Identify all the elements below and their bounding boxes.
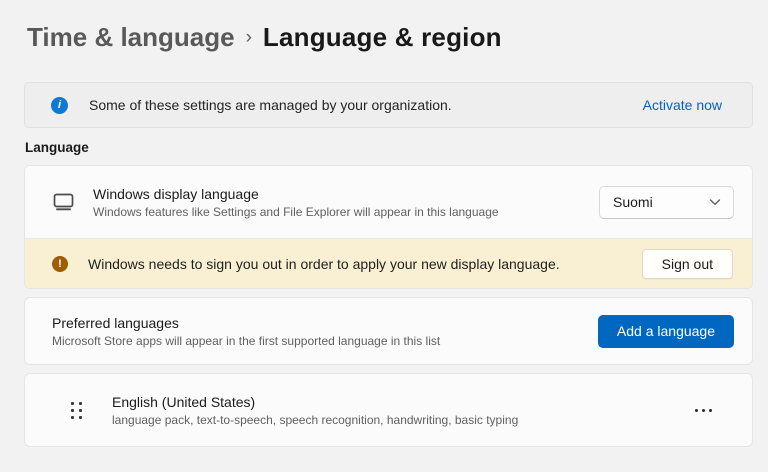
settings-page: Time & language › Language & region i So… [0, 0, 768, 472]
language-item-text: English (United States) language pack, t… [112, 394, 691, 427]
monitor-icon [51, 191, 76, 213]
display-language-dropdown-value: Suomi [613, 194, 653, 210]
display-language-card: Windows display language Windows feature… [25, 166, 752, 238]
add-language-button[interactable]: Add a language [597, 314, 734, 348]
display-language-title: Windows display language [93, 185, 259, 202]
breadcrumb-parent[interactable]: Time & language [27, 21, 235, 53]
chevron-down-icon [709, 198, 721, 206]
settings-content: i Some of these settings are managed by … [24, 82, 753, 447]
sign-out-button[interactable]: Sign out [641, 248, 733, 279]
display-language-text: Windows display language Windows feature… [93, 186, 599, 219]
language-item-features: language pack, text-to-speech, speech re… [112, 412, 519, 427]
breadcrumb-separator-icon: › [245, 27, 252, 48]
drag-handle-icon[interactable] [71, 401, 82, 419]
language-section-label: Language [25, 140, 89, 155]
page-title: Language & region [262, 22, 502, 52]
preferred-languages-card: Preferred languages Microsoft Store apps… [24, 297, 753, 365]
breadcrumb: Time & language › Language & region [27, 20, 744, 54]
warning-icon: ! [52, 255, 68, 272]
signout-infobar: ! Windows needs to sign you out in order… [25, 238, 752, 288]
more-options-icon[interactable] [691, 401, 716, 420]
organization-banner: i Some of these settings are managed by … [24, 82, 753, 128]
preferred-languages-title: Preferred languages [52, 314, 179, 331]
display-language-group: Windows display language Windows feature… [24, 165, 753, 289]
signout-message: Windows needs to sign you out in order t… [88, 255, 560, 272]
organization-banner-message: Some of these settings are managed by yo… [89, 97, 452, 113]
preferred-languages-text: Preferred languages Microsoft Store apps… [52, 315, 598, 348]
info-icon: i [51, 96, 68, 114]
language-item-name: English (United States) [112, 393, 256, 410]
display-language-description: Windows features like Settings and File … [93, 204, 499, 219]
display-language-dropdown[interactable]: Suomi [599, 185, 734, 219]
activate-now-link[interactable]: Activate now [643, 97, 734, 113]
language-list-item: English (United States) language pack, t… [24, 373, 753, 447]
preferred-languages-description: Microsoft Store apps will appear in the … [52, 333, 441, 348]
